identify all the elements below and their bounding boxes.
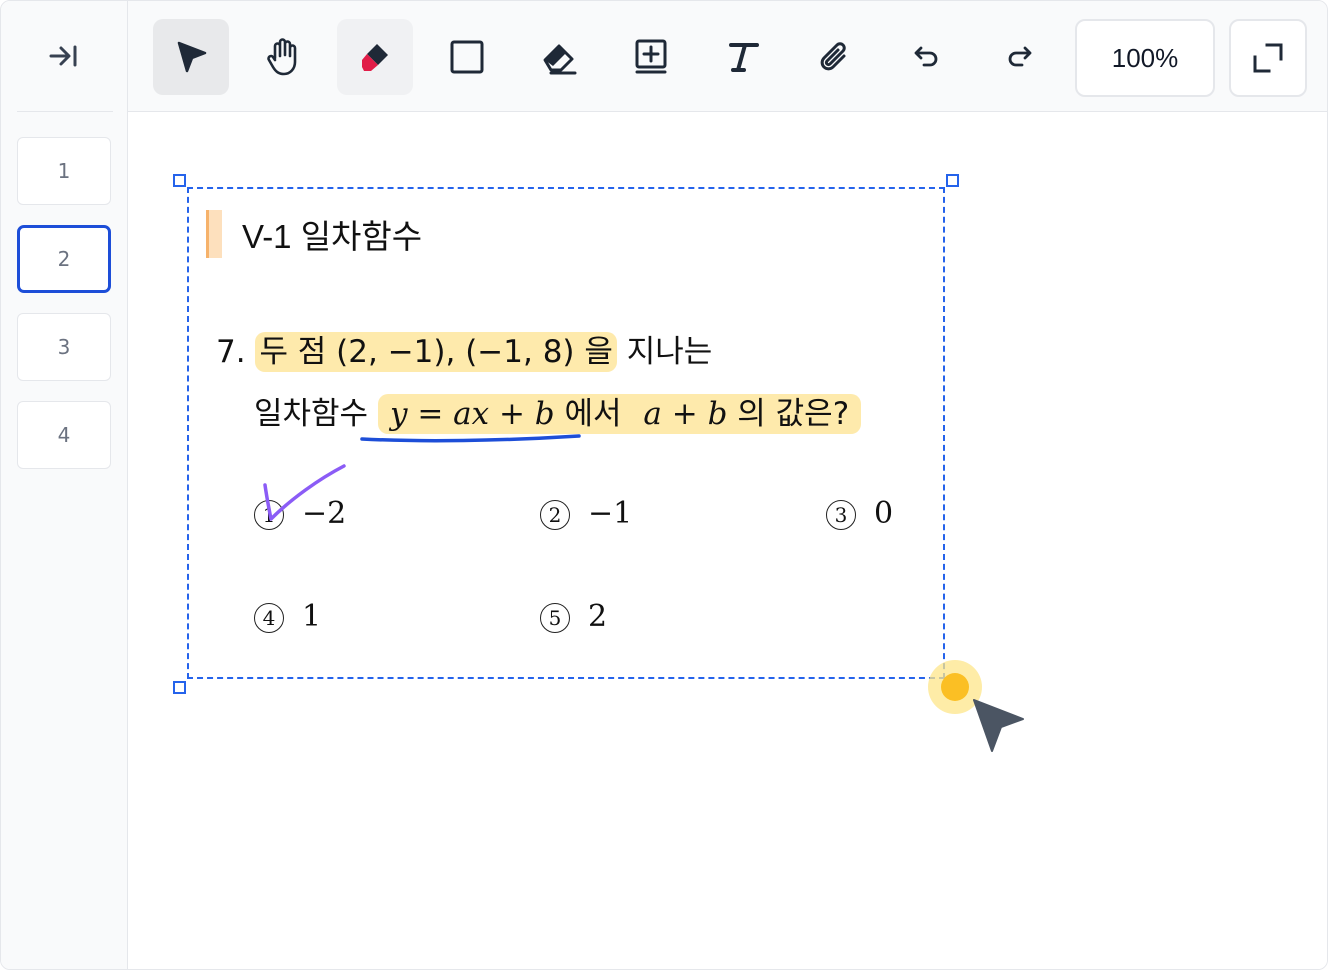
page-thumb-1[interactable]: 1	[17, 137, 111, 205]
collapse-sidebar-button[interactable]	[35, 31, 93, 81]
hand-icon	[267, 38, 297, 76]
collapse-right-icon	[49, 45, 77, 67]
choice-value: −1	[588, 496, 633, 531]
redo-icon	[1008, 46, 1032, 67]
resize-handle-bottom-left[interactable]	[173, 681, 186, 694]
choice-value: 1	[302, 599, 322, 634]
attach-tool-button[interactable]	[797, 19, 873, 95]
choice-number: 1	[254, 500, 284, 530]
add-box-icon	[635, 39, 667, 74]
zoom-level-button[interactable]: 100%	[1075, 19, 1215, 97]
sidebar-divider	[17, 111, 113, 112]
choice-3[interactable]: 30	[826, 496, 893, 531]
undo-icon	[914, 46, 938, 67]
pen-tool-button[interactable]	[337, 19, 413, 95]
expression: a + b	[643, 396, 728, 432]
expand-icon	[1253, 43, 1283, 73]
select-arrow-icon	[177, 41, 207, 73]
text-tool-button[interactable]	[705, 19, 781, 95]
choice-number: 5	[540, 603, 570, 633]
choice-value: 0	[874, 496, 894, 531]
page-thumb-2[interactable]: 2	[17, 225, 111, 293]
resize-handle-top-left[interactable]	[173, 174, 186, 187]
choice-number: 4	[254, 603, 284, 633]
document-canvas[interactable]: V-1 일차함수 7. 두 점 (2, −1), (−1, 8) 을 지나는 일…	[128, 112, 1327, 969]
section-title: V-1 일차함수	[242, 218, 423, 255]
question-text: 지나는	[626, 334, 713, 370]
rectangle-icon	[450, 40, 484, 74]
question-line-2: 일차함수 y = ax + b 에서 a + b 의 값은?	[254, 388, 862, 434]
expand-button[interactable]	[1229, 19, 1307, 97]
eraser-tool-button[interactable]	[521, 19, 597, 95]
choice-4[interactable]: 41	[254, 599, 321, 634]
select-tool-button[interactable]	[153, 19, 229, 95]
page-thumb-4[interactable]: 4	[17, 401, 111, 469]
app-window: 1 2 3 4 100% V-1 일차함수 7. 두 점 (2, −1), (−…	[0, 0, 1328, 970]
attach-icon	[820, 42, 846, 71]
section-marker	[206, 210, 222, 258]
pen-marker-icon	[362, 44, 388, 71]
page-sidebar: 1 2 3 4	[1, 1, 128, 969]
question-number: 7.	[216, 334, 246, 370]
question-text: 일차함수	[254, 396, 369, 432]
rectangle-tool-button[interactable]	[429, 19, 505, 95]
choice-1[interactable]: 1 −2	[254, 496, 346, 531]
add-box-tool-button[interactable]	[613, 19, 689, 95]
choice-number: 2	[540, 500, 570, 530]
question-text: 의 값은?	[737, 396, 850, 432]
choice-value: 2	[588, 599, 608, 634]
choice-number: 3	[826, 500, 856, 530]
choice-5[interactable]: 52	[540, 599, 607, 634]
page-thumb-3[interactable]: 3	[17, 313, 111, 381]
formula: y = ax + b	[389, 396, 555, 432]
question-line-1: 7. 두 점 (2, −1), (−1, 8) 을 지나는	[216, 326, 713, 372]
undo-button[interactable]	[889, 19, 965, 95]
resize-handle-top-right[interactable]	[946, 174, 959, 187]
highlighted-text: 두 점 (2, −1), (−1, 8) 을	[255, 332, 617, 372]
redo-button[interactable]	[981, 19, 1057, 95]
question-text: 에서	[564, 396, 622, 432]
choice-2[interactable]: 2 −1	[540, 496, 632, 531]
eraser-icon	[543, 44, 577, 75]
toolbar: 100%	[128, 1, 1327, 112]
choice-value: −2	[302, 496, 347, 531]
hand-tool-button[interactable]	[245, 19, 321, 95]
text-icon	[729, 43, 759, 72]
